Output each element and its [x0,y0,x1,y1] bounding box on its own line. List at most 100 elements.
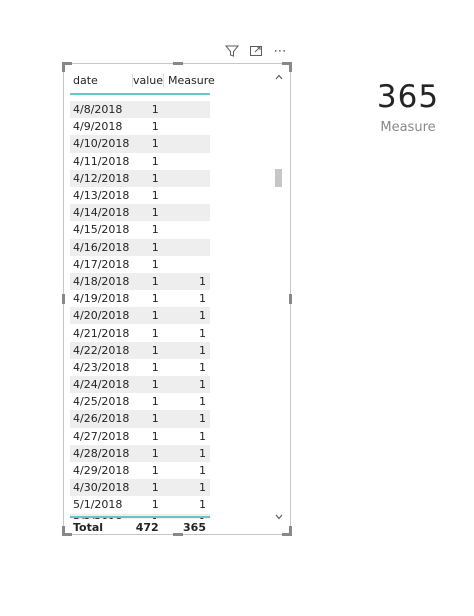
cell-measure: 1 [199,274,206,288]
card-visual[interactable]: 365 Measure [368,78,448,135]
cell-date: 4/18/2018 [73,274,130,288]
filter-icon[interactable] [224,43,240,59]
resize-handle-top-right[interactable] [282,62,292,72]
cell-value: 1 [151,481,159,495]
total-label: Total [73,520,104,534]
column-header-value[interactable]: value [132,73,163,87]
table-header: date value Measure [70,67,215,95]
table-row[interactable]: 4/28/2018 1 1 [70,444,210,462]
cell-measure: 1 [199,309,206,323]
cell-value: 1 [151,292,159,306]
cell-value: 1 [151,223,159,237]
cell-measure: 1 [199,378,206,392]
table-row[interactable]: 4/30/2018 1 1 [70,479,210,497]
cell-date: 4/8/2018 [73,103,123,117]
resize-handle-top[interactable] [173,62,183,65]
table-visual[interactable]: date value Measure 4/8/2018 1 4/9/2018 1 4/1… [62,62,292,536]
table-row[interactable]: 4/21/2018 1 1 [70,324,210,341]
cell-value: 1 [151,103,159,117]
table-row[interactable]: 4/10/2018 1 [70,135,210,153]
table-row[interactable]: 4/14/2018 1 [70,204,210,222]
table-row[interactable]: 4/8/2018 1 [70,101,210,119]
cell-date: 4/29/2018 [73,464,130,478]
resize-handle-left[interactable] [62,294,65,304]
total-measure: 365 [183,520,206,534]
table-row[interactable]: 4/22/2018 1 1 [70,341,210,359]
cell-date: 4/28/2018 [73,446,130,460]
table-row[interactable]: 4/11/2018 1 [70,153,210,170]
cell-date: 4/20/2018 [73,309,130,323]
cell-date: 4/24/2018 [73,378,130,392]
cell-value: 1 [151,154,159,168]
cell-value: 1 [151,240,159,254]
cell-value: 1 [151,429,159,443]
scroll-up-icon[interactable] [274,72,284,82]
cell-value: 1 [151,498,159,512]
cell-value: 1 [151,189,159,203]
cell-value: 1 [151,378,159,392]
table-row[interactable]: 5/1/2018 1 1 [70,496,210,513]
cell-value: 1 [151,274,159,288]
cell-value: 1 [151,171,159,185]
table-body: 4/8/2018 1 4/9/2018 1 4/10/2018 1 4/11/2018 1 4/… [70,101,210,519]
table-row[interactable]: 4/20/2018 1 1 [70,307,210,325]
cell-date: 4/10/2018 [73,137,130,151]
more-options-icon[interactable]: ⋯ [272,43,288,59]
table-row[interactable]: 4/23/2018 1 1 [70,359,210,376]
cell-value: 1 [151,206,159,220]
cell-value: 1 [151,120,159,134]
resize-handle-right[interactable] [289,294,292,304]
table-row[interactable]: 4/9/2018 1 [70,118,210,135]
table-row[interactable]: 4/26/2018 1 1 [70,410,210,428]
cell-measure: 1 [199,326,206,340]
cell-measure: 1 [199,292,206,306]
table-row[interactable]: 4/19/2018 1 1 [70,290,210,307]
cell-value: 1 [151,464,159,478]
cell-value: 1 [151,395,159,409]
cell-date: 4/19/2018 [73,292,130,306]
cell-date: 4/23/2018 [73,360,130,374]
cell-date: 4/16/2018 [73,240,130,254]
cell-measure: 1 [199,412,206,426]
cell-date: 4/9/2018 [73,120,123,134]
visual-header: ⋯ [224,43,288,59]
cell-measure: 1 [199,360,206,374]
cell-measure: 1 [199,481,206,495]
table-row[interactable]: 4/13/2018 1 [70,187,210,204]
table-row[interactable]: 4/24/2018 1 1 [70,376,210,394]
cell-date: 4/15/2018 [73,223,130,237]
cell-value: 1 [151,360,159,374]
table-row[interactable]: 4/16/2018 1 [70,238,210,256]
focus-mode-icon[interactable] [248,43,264,59]
table-row[interactable]: 4/18/2018 1 1 [70,272,210,291]
cell-date: 4/13/2018 [73,189,130,203]
cell-value: 1 [151,343,159,357]
column-header-date[interactable]: date [70,74,132,87]
cell-measure: 1 [199,464,206,478]
table-row[interactable]: 4/17/2018 1 [70,256,210,273]
cell-measure: 1 [199,343,206,357]
table-row[interactable]: 4/25/2018 1 1 [70,393,210,410]
cell-date: 4/26/2018 [73,412,130,426]
total-value: 472 [135,520,159,534]
table-total-row: Total 472 365 [70,516,210,536]
table-row[interactable]: 4/27/2018 1 1 [70,428,210,445]
data-table: date value Measure 4/8/2018 1 4/9/2018 1 4/1… [70,67,215,534]
cell-measure: 1 [199,429,206,443]
vertical-scrollbar[interactable] [274,72,284,522]
resize-handle-bottom-right[interactable] [282,526,292,536]
scroll-down-icon[interactable] [274,512,284,522]
cell-measure: 1 [199,395,206,409]
card-value: 365 [376,79,440,115]
cell-date: 4/21/2018 [73,326,130,340]
table-row[interactable]: 4/29/2018 1 1 [70,462,210,479]
cell-date: 4/27/2018 [73,429,130,443]
table-row[interactable]: 4/15/2018 1 [70,221,210,238]
cell-date: 4/11/2018 [73,154,130,168]
table-row[interactable]: 4/12/2018 1 [70,169,210,187]
scroll-thumb[interactable] [275,169,282,187]
cell-date: 4/17/2018 [73,257,130,271]
column-header-measure[interactable]: Measure [163,73,215,87]
cell-value: 1 [151,309,159,323]
cell-value: 1 [151,257,159,271]
